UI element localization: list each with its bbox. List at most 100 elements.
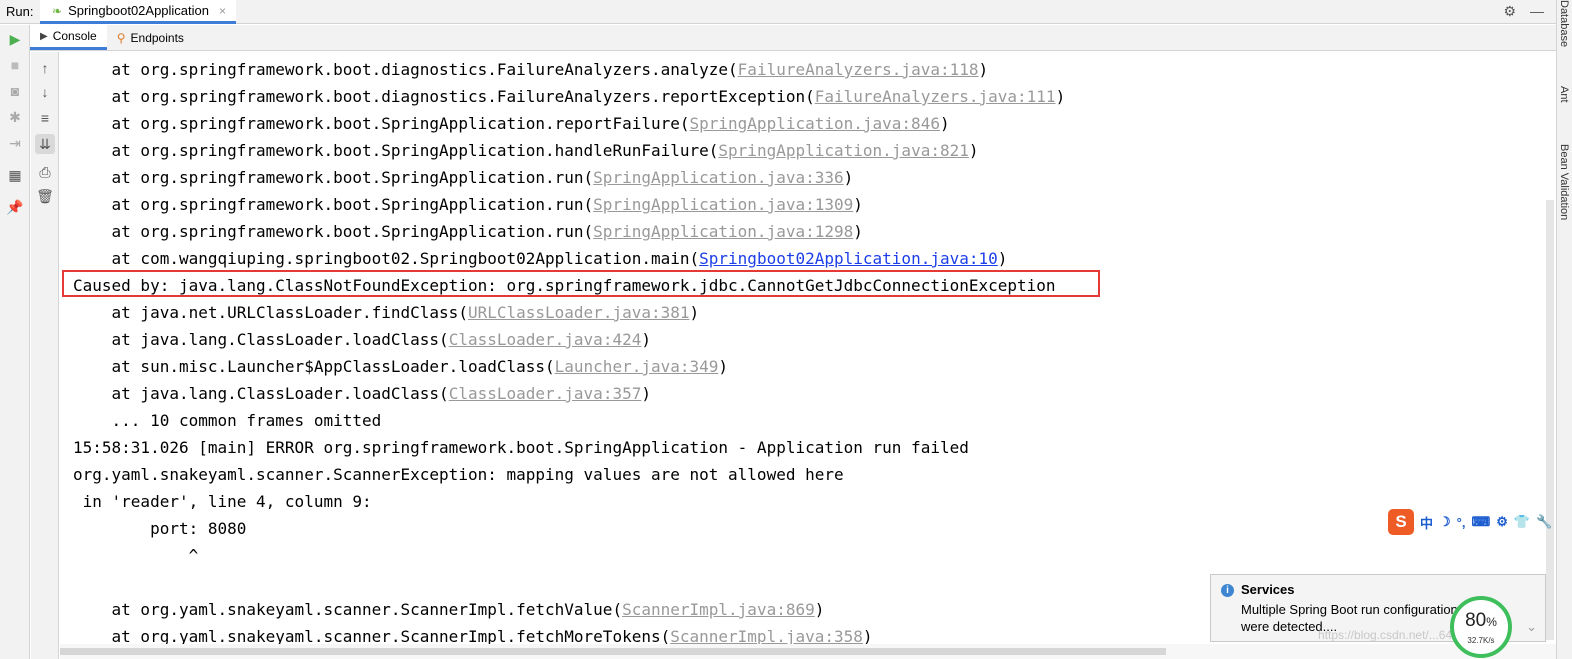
info-icon: i — [1221, 584, 1234, 597]
punctuation-icon[interactable]: °, — [1457, 515, 1466, 530]
notification-body-line1: Multiple Spring Boot run configurations — [1241, 602, 1465, 617]
console-line: at org.springframework.boot.SpringApplic… — [73, 218, 863, 245]
scroll-to-end-icon[interactable]: ⇊ — [35, 134, 55, 154]
sidebar-item-bean-validation[interactable]: Bean Validation — [1558, 144, 1570, 220]
tab-endpoints-label: Endpoints — [130, 30, 184, 45]
console-line-suffix: ) — [978, 60, 989, 79]
source-link[interactable]: Launcher.java:349 — [555, 357, 719, 376]
source-link[interactable]: ScannerImpl.java:869 — [622, 600, 815, 619]
print-icon[interactable]: ⎙ — [35, 162, 55, 182]
console-line-text: at org.springframework.boot.SpringApplic… — [73, 195, 594, 214]
console-line: at org.springframework.boot.SpringApplic… — [73, 110, 950, 137]
source-link[interactable]: SpringApplication.java:1309 — [593, 195, 853, 214]
source-link[interactable]: ClassLoader.java:424 — [449, 330, 642, 349]
network-speed-gauge[interactable]: 80% 32.7K/s — [1450, 596, 1512, 658]
run-label: Run: — [6, 4, 34, 19]
run-actions-gutter: ▶ ■ ◙ ✱ ⇥ ▦ 📌 — [0, 25, 30, 659]
console-line-suffix: ) — [718, 357, 729, 376]
source-link[interactable]: ClassLoader.java:357 — [449, 384, 642, 403]
tab-console[interactable]: ▶ Console — [30, 25, 107, 50]
keyboard-icon[interactable]: ⌨ — [1471, 514, 1490, 530]
console-line: at java.lang.ClassLoader.loadClass(Class… — [73, 380, 651, 407]
console-line-suffix: ) — [641, 384, 651, 403]
gauge-speed: 32.7K/s — [1467, 636, 1495, 645]
console-line-text: at org.yaml.snakeyaml.scanner.ScannerImp… — [73, 600, 623, 619]
scrollbar-thumb[interactable] — [60, 648, 1166, 655]
chevron-down-icon[interactable]: ⌄ — [1526, 619, 1537, 635]
console-icon: ▶ — [40, 30, 48, 42]
console-line: at java.lang.ClassLoader.loadClass(Class… — [73, 326, 651, 353]
source-link[interactable]: SpringApplication.java:1298 — [593, 222, 853, 241]
console-line: org.yaml.snakeyaml.scanner.ScannerExcept… — [73, 461, 844, 488]
source-link[interactable]: SpringApplication.java:821 — [718, 141, 968, 160]
console-line: Caused by: java.lang.ClassNotFoundExcept… — [73, 272, 1056, 299]
console-line-text: at com.wangqiuping.springboot02.Springbo… — [73, 249, 700, 268]
console-line-suffix: ) — [853, 222, 863, 241]
source-link[interactable]: URLClassLoader.java:381 — [468, 303, 690, 322]
console-line: at org.yaml.snakeyaml.scanner.ScannerImp… — [73, 623, 873, 646]
chinese-mode-icon[interactable]: 中 — [1420, 513, 1433, 532]
exit-icon[interactable]: ⇥ — [5, 133, 25, 153]
source-link[interactable]: FailureAnalyzers.java:111 — [815, 87, 1056, 106]
console-line-suffix: ) — [853, 195, 863, 214]
source-link[interactable]: SpringApplication.java:336 — [593, 168, 843, 187]
wrench-icon[interactable]: 🔧 — [1536, 514, 1552, 530]
console-line: ... 10 common frames omitted — [73, 407, 382, 434]
source-link[interactable]: FailureAnalyzers.java:118 — [738, 60, 979, 79]
trash-icon[interactable]: 🗑 — [35, 186, 55, 206]
endpoints-icon: ⚲ — [116, 30, 126, 45]
camera-icon[interactable]: ◙ — [5, 81, 25, 101]
gauge-percent-unit: % — [1486, 615, 1497, 629]
close-icon[interactable]: × — [219, 4, 226, 18]
rerun-icon[interactable]: ▶ — [5, 29, 25, 49]
spring-boot-leaf-icon: ❧ — [52, 3, 63, 18]
stop-icon[interactable]: ■ — [5, 55, 25, 75]
console-line-text: at org.springframework.boot.diagnostics.… — [73, 60, 738, 79]
debug-icon[interactable]: ✱ — [5, 107, 25, 127]
console-line: port: 8080 — [73, 515, 246, 542]
console-line: at java.net.URLClassLoader.findClass(URL… — [73, 299, 700, 326]
console-line-text: at java.net.URLClassLoader.findClass( — [73, 303, 468, 322]
console-line: at org.springframework.boot.SpringApplic… — [73, 137, 979, 164]
console-subtabs: ▶ Console ⚲ Endpoints — [30, 25, 1558, 51]
tab-endpoints[interactable]: ⚲ Endpoints — [107, 25, 194, 50]
sogou-logo-icon[interactable]: S — [1388, 509, 1414, 535]
console-line-text: port: 8080 — [73, 519, 247, 538]
console-line: at org.springframework.boot.SpringApplic… — [73, 164, 854, 191]
up-arrow-icon[interactable]: ↑ — [35, 58, 55, 78]
console-toolbar: ↑ ↓ ≡ ⇊ ⎙ 🗑 — [31, 52, 59, 659]
source-link[interactable]: Springboot02Application.java:10 — [699, 249, 998, 268]
console-line-text: at org.springframework.boot.SpringApplic… — [73, 168, 594, 187]
run-config-tab[interactable]: ❧ Springboot02Application × — [40, 0, 237, 24]
layout-icon[interactable]: ▦ — [5, 165, 25, 185]
console-line-text: at java.lang.ClassLoader.loadClass( — [73, 384, 449, 403]
console-line: at org.yaml.snakeyaml.scanner.ScannerImp… — [73, 596, 825, 623]
ime-toolbar: S 中 ☽ °, ⌨ ⚙ 👕 🔧 — [1388, 508, 1552, 536]
skin-icon[interactable]: 👕 — [1514, 514, 1530, 530]
console-line-suffix: ) — [641, 330, 651, 349]
console-line-suffix: ) — [843, 168, 854, 187]
gear-icon[interactable]: ⚙ — [1503, 3, 1516, 20]
source-link[interactable]: SpringApplication.java:846 — [690, 114, 940, 133]
console-line-text: ^ — [73, 546, 199, 565]
console-line: at sun.misc.Launcher$AppClassLoader.load… — [73, 353, 729, 380]
horizontal-scrollbar[interactable] — [60, 644, 1556, 659]
minimize-icon[interactable]: — — [1530, 3, 1544, 20]
gauge-percent: 80 — [1465, 610, 1487, 631]
watermark: https://blog.csdn.net/...64930 — [1318, 628, 1473, 642]
pin-icon[interactable]: 📌 — [5, 197, 25, 217]
console-line: at org.springframework.boot.SpringApplic… — [73, 191, 863, 218]
soft-wrap-icon[interactable]: ≡ — [35, 108, 55, 128]
run-toolwindow-header: Run: ❧ Springboot02Application × ⚙ — — [0, 0, 1572, 24]
settings-icon[interactable]: ⚙ — [1496, 514, 1508, 530]
sidebar-item-ant[interactable]: Ant — [1558, 86, 1570, 103]
moon-icon[interactable]: ☽ — [1439, 514, 1451, 530]
vertical-scrollbar[interactable] — [1546, 200, 1554, 640]
sidebar-item-database[interactable]: Database — [1558, 0, 1570, 47]
console-line-text: 15:58:31.026 [main] ERROR org.springfram… — [73, 438, 969, 457]
console-line-suffix: ) — [1055, 87, 1066, 106]
down-arrow-icon[interactable]: ↓ — [35, 82, 55, 102]
console-line-text: at org.springframework.boot.SpringApplic… — [73, 141, 719, 160]
console-line: 15:58:31.026 [main] ERROR org.springfram… — [73, 434, 969, 461]
console-output[interactable]: at org.springframework.boot.diagnostics.… — [60, 52, 1556, 646]
